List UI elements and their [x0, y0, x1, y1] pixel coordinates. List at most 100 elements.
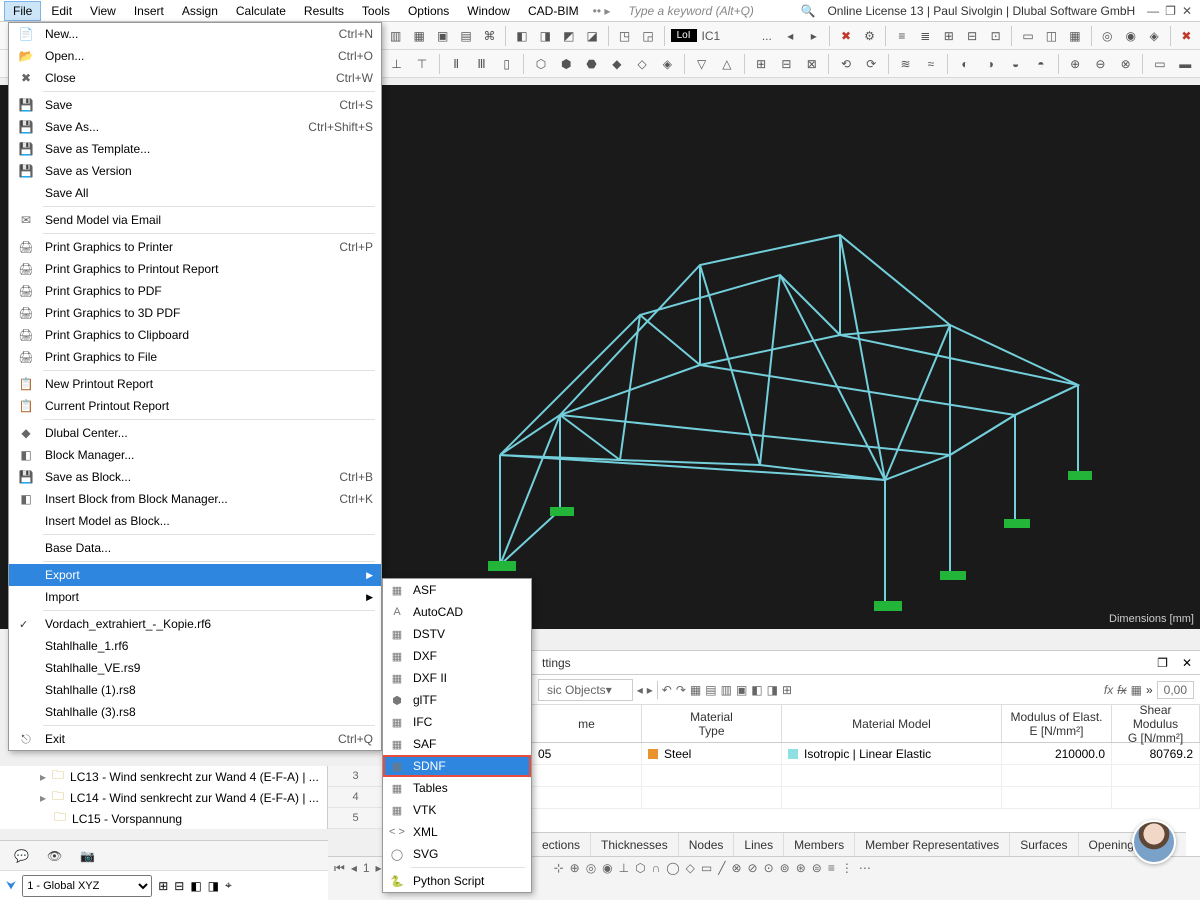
- tool-icon[interactable]: ⚙: [860, 25, 879, 47]
- tool-icon[interactable]: Ⅲ: [471, 53, 492, 75]
- tool-icon[interactable]: ▤: [456, 25, 475, 47]
- value-box[interactable]: 0,00: [1157, 681, 1194, 699]
- snap-icon[interactable]: ╱: [718, 861, 725, 875]
- tool-icon[interactable]: ◨: [208, 879, 219, 893]
- menu-assign[interactable]: Assign: [174, 2, 226, 20]
- tool-icon[interactable]: ▦: [1065, 25, 1084, 47]
- snap-icon[interactable]: ◇: [686, 861, 695, 875]
- snap-icon[interactable]: ⋮: [841, 861, 853, 875]
- snap-icon[interactable]: ⊹: [554, 861, 564, 875]
- menu-item[interactable]: 🖨Print Graphics to Printout Report: [9, 258, 381, 280]
- tool-icon[interactable]: ▣: [736, 683, 747, 697]
- menu-item[interactable]: 💾Save As...Ctrl+Shift+S: [9, 116, 381, 138]
- menu-item[interactable]: 💾Save as Template...: [9, 138, 381, 160]
- tool-icon[interactable]: ◨: [767, 683, 778, 697]
- submenu-item[interactable]: ▦SAF: [383, 733, 531, 755]
- menu-view[interactable]: View: [82, 2, 124, 20]
- menu-item[interactable]: Export▶: [9, 564, 381, 586]
- snap-icon[interactable]: ⊥: [619, 861, 629, 875]
- tool-icon[interactable]: ▦: [690, 683, 701, 697]
- tool-icon[interactable]: ◇: [631, 53, 652, 75]
- tree-row[interactable]: ▸🗀LC14 - Wind senkrecht zur Wand 4 (E-F-…: [0, 787, 327, 808]
- submenu-item[interactable]: AAutoCAD: [383, 601, 531, 623]
- tool-icon[interactable]: ◧: [751, 683, 762, 697]
- tab[interactable]: Members: [784, 833, 855, 856]
- restore-icon[interactable]: ❐: [1165, 4, 1176, 18]
- table-group-dropdown[interactable]: sic Objects ▾: [538, 679, 633, 701]
- tool-icon[interactable]: ≋: [895, 53, 916, 75]
- tool-icon[interactable]: ⊟: [776, 53, 797, 75]
- snap-icon[interactable]: ◉: [602, 861, 612, 875]
- tree-row[interactable]: ▸🗀LC13 - Wind senkrecht zur Wand 4 (E-F-…: [0, 766, 327, 787]
- submenu-item[interactable]: ▦ASF: [383, 579, 531, 601]
- menu-item[interactable]: Base Data...: [9, 537, 381, 559]
- menu-window[interactable]: Window: [459, 2, 518, 20]
- menu-item[interactable]: ◧Block Manager...: [9, 444, 381, 466]
- tool-icon[interactable]: ⬣: [581, 53, 602, 75]
- tool-icon[interactable]: ⬢: [556, 53, 577, 75]
- tool-icon[interactable]: ≈: [920, 53, 941, 75]
- menu-file[interactable]: File: [4, 1, 41, 21]
- menu-results[interactable]: Results: [296, 2, 352, 20]
- table-row[interactable]: 05 Steel Isotropic | Linear Elastic 2100…: [532, 743, 1200, 765]
- assistant-avatar[interactable]: [1132, 820, 1176, 864]
- menu-item[interactable]: Import▶: [9, 586, 381, 608]
- tool-icon[interactable]: ⊞: [782, 683, 792, 697]
- snap-icon[interactable]: ⋯: [859, 861, 871, 875]
- tool-icon[interactable]: ◑: [980, 53, 1001, 75]
- tool-icon[interactable]: ⊟: [174, 879, 184, 893]
- loi-badge[interactable]: LoI: [671, 29, 697, 42]
- tool-icon[interactable]: ⊖: [1090, 53, 1111, 75]
- tool-icon[interactable]: ⊞: [158, 879, 168, 893]
- tool-icon[interactable]: ◫: [1042, 25, 1061, 47]
- snap-icon[interactable]: ⊙: [764, 861, 774, 875]
- snap-icon[interactable]: ≡: [828, 861, 835, 875]
- tab[interactable]: Member Representatives: [855, 833, 1010, 856]
- menu-item[interactable]: Save All: [9, 182, 381, 204]
- snap-icon[interactable]: ∩: [652, 861, 661, 875]
- menu-item[interactable]: 🖨Print Graphics to File: [9, 346, 381, 368]
- table-row[interactable]: [532, 765, 1200, 787]
- tool-icon[interactable]: ⊡: [986, 25, 1005, 47]
- submenu-item[interactable]: ▦IFC: [383, 711, 531, 733]
- menu-item[interactable]: ⎋ExitCtrl+Q: [9, 728, 381, 750]
- tool-icon[interactable]: ▥: [721, 683, 732, 697]
- menu-item[interactable]: Stahlhalle_VE.rs9: [9, 657, 381, 679]
- snap-icon[interactable]: ⊛: [796, 861, 806, 875]
- snap-icon[interactable]: ◎: [586, 861, 596, 875]
- tab[interactable]: Lines: [734, 833, 784, 856]
- menu-item[interactable]: Insert Model as Block...: [9, 510, 381, 532]
- menu-item[interactable]: Stahlhalle_1.rf6: [9, 635, 381, 657]
- nav-prev-icon[interactable]: ◂: [781, 25, 800, 47]
- tool-icon[interactable]: ▦: [1131, 683, 1142, 697]
- tool-icon[interactable]: ↶: [662, 683, 672, 697]
- tab[interactable]: ections: [532, 833, 591, 856]
- submenu-item[interactable]: ◯SVG: [383, 843, 531, 865]
- nav-next-icon[interactable]: ▸: [647, 683, 653, 697]
- snap-icon[interactable]: ◯: [666, 861, 679, 875]
- coord-system-select[interactable]: 1 - Global XYZ: [22, 875, 152, 897]
- nav-next-icon[interactable]: ▸: [376, 861, 382, 875]
- tool-icon[interactable]: ⊠: [801, 53, 822, 75]
- lc-more[interactable]: ...: [757, 25, 776, 47]
- menu-calculate[interactable]: Calculate: [228, 2, 294, 20]
- tool-icon[interactable]: ⊗: [1115, 53, 1136, 75]
- tool-icon[interactable]: ✖: [1177, 25, 1196, 47]
- menu-item[interactable]: Stahlhalle (1).rs8: [9, 679, 381, 701]
- menu-item[interactable]: 💾Save as Version: [9, 160, 381, 182]
- search-input[interactable]: Type a keyword (Alt+Q): [616, 4, 793, 18]
- submenu-item[interactable]: ▦SDNF: [383, 755, 531, 777]
- tool-icon[interactable]: ↷: [676, 683, 686, 697]
- tool-icon[interactable]: ≡: [892, 25, 911, 47]
- snap-icon[interactable]: ⊚: [780, 861, 790, 875]
- submenu-item[interactable]: ⬢glTF: [383, 689, 531, 711]
- tool-icon[interactable]: ▯: [496, 53, 517, 75]
- tool-icon[interactable]: ▽: [691, 53, 712, 75]
- eye-icon[interactable]: 👁: [47, 849, 62, 863]
- panel-restore-icon[interactable]: ❐: [1151, 656, 1174, 670]
- menu-item[interactable]: 🖨Print Graphics to Clipboard: [9, 324, 381, 346]
- menu-item[interactable]: 🖨Print Graphics to PDF: [9, 280, 381, 302]
- tab[interactable]: Surfaces: [1010, 833, 1078, 856]
- submenu-item[interactable]: ▦DXF II: [383, 667, 531, 689]
- submenu-item[interactable]: < >XML: [383, 821, 531, 843]
